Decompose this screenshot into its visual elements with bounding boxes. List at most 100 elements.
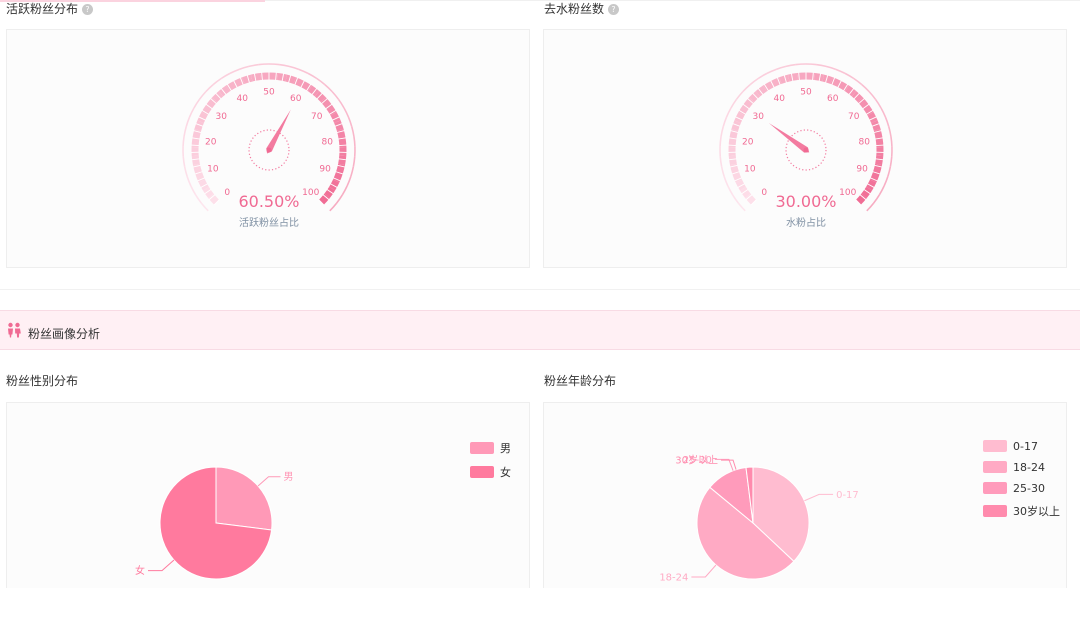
gauge-outer-ring — [727, 185, 734, 196]
gauge-outer-ring — [329, 202, 338, 212]
gauge-outer-ring — [343, 107, 350, 118]
gauge-tick-label: 70 — [848, 112, 860, 122]
gauge-tick-label: 0 — [224, 188, 230, 198]
help-circle-icon[interactable]: ? — [82, 4, 94, 15]
gauge-band — [338, 155, 347, 166]
gauge-tick-label: 40 — [236, 94, 248, 104]
profile-band — [0, 310, 1080, 350]
gauge-outer-ring — [861, 83, 870, 93]
gauge-outer-ring — [194, 194, 203, 204]
pie-label-line — [147, 559, 175, 572]
gauge-tick-label: 20 — [742, 137, 754, 147]
gauge-outer-ring — [346, 176, 352, 187]
legend-item[interactable]: 18-24 — [983, 461, 1060, 474]
gauge-outer-ring — [182, 156, 186, 167]
gauge-band — [250, 73, 261, 82]
pie-label: 男 — [284, 471, 294, 483]
gauge-tick-label: 90 — [856, 165, 868, 175]
gauge-tick-label: 80 — [322, 137, 334, 147]
gauge-value: 60.50% — [238, 192, 299, 211]
gauge-tick-label: 30 — [216, 112, 228, 122]
gauge-outer-ring — [805, 63, 817, 66]
gauge-outer-ring — [248, 63, 259, 68]
gauge-tick-label: 20 — [205, 137, 217, 147]
gender-title: 粉丝性别分布 — [6, 374, 79, 388]
gauge-outer-ring — [866, 202, 875, 212]
gauge-outer-ring — [872, 194, 881, 204]
gauge-outer-ring — [730, 98, 738, 109]
gauge-outer-ring — [737, 202, 746, 212]
gauge-outer-ring — [350, 166, 355, 177]
active-fans-title: 活跃粉丝分布? — [6, 1, 94, 17]
gauge-outer-ring — [816, 63, 827, 68]
pie-label-line — [257, 476, 281, 487]
pie-label: 女 — [135, 564, 145, 577]
gauge-outer-ring — [887, 166, 892, 177]
gauge-outer-ring — [868, 91, 877, 100]
gauge-tick-label: 30 — [753, 112, 765, 122]
gauge-label: 水粉占比 — [786, 216, 826, 229]
pie-label: 30岁以上 — [675, 454, 718, 467]
legend-item[interactable]: 男 — [470, 440, 511, 456]
legend-label: 男 — [500, 442, 511, 455]
gauge-tick-label: 50 — [263, 88, 275, 98]
gauge-outer-ring — [720, 166, 725, 177]
gauge-outer-ring — [352, 156, 356, 167]
gauge-outer-ring — [825, 65, 837, 71]
gauge-outer-ring — [268, 63, 280, 66]
gauge-band — [212, 91, 224, 103]
gauge-outer-ring — [185, 116, 191, 127]
gauge-outer-ring — [749, 77, 759, 86]
gauge-outer-ring — [258, 63, 270, 66]
gauge-tick — [338, 144, 347, 147]
pie-slice — [215, 466, 273, 531]
water-fans-gauge: 0 10 20 30 40 50 60 70 80 90 10030.00% 水粉占比 — [719, 63, 893, 229]
gauge-outer-ring — [742, 83, 751, 93]
legend-swatch — [983, 461, 1007, 473]
active-fans-gauge: 0 10 20 30 40 50 60 70 80 90 10060.50% 活跃粉丝占比 — [182, 63, 356, 229]
gauge-outer-ring — [198, 91, 207, 100]
legend-item[interactable]: 30岁以上 — [983, 503, 1060, 519]
gauge-band — [334, 120, 344, 131]
gauge-outer-ring — [307, 72, 318, 80]
gauge-outer-ring — [884, 116, 890, 127]
gauge-outer-ring — [795, 63, 807, 66]
legend-item[interactable]: 0-17 — [983, 440, 1060, 453]
gauge-outer-ring — [351, 126, 355, 137]
gauge-tick-label: 0 — [761, 188, 767, 198]
gauge-outer-ring — [889, 156, 893, 167]
help-circle-icon[interactable]: ? — [608, 4, 620, 15]
gauge-outer-ring — [220, 72, 231, 80]
gauge-outer-ring — [298, 68, 309, 75]
legend-label: 18-24 — [1013, 461, 1045, 474]
gauge-outer-ring — [757, 72, 768, 80]
legend-label: 0-17 — [1013, 440, 1038, 453]
gauge-outer-ring — [835, 68, 846, 75]
gauge-outer-ring — [212, 77, 222, 86]
gauge-outer-ring — [200, 202, 209, 212]
gauge-band — [822, 74, 833, 84]
gauge-tick-label: 90 — [319, 165, 331, 175]
legend-swatch — [983, 505, 1007, 517]
gauge-band — [871, 120, 881, 131]
gauge-band — [814, 73, 825, 82]
gauge-band — [242, 74, 253, 84]
legend-swatch — [983, 440, 1007, 452]
age-title: 粉丝年龄分布 — [544, 374, 617, 388]
active-fans-title-text: 活跃粉丝分布 — [6, 2, 79, 16]
gauge-outer-ring — [766, 68, 777, 75]
legend-item[interactable]: 25-30 — [983, 482, 1060, 495]
gauge-outer-ring — [723, 176, 729, 187]
age-panel: 0-17 18-24 25-30 30岁以上 0-17 18-24 25-30 30岁以上 — [543, 402, 1067, 602]
age-legend: 0-17 18-24 25-30 30岁以上 — [983, 440, 1060, 527]
gauge-outer-ring — [880, 107, 887, 118]
legend-swatch — [470, 466, 494, 478]
legend-swatch — [470, 442, 494, 454]
gauge-outer-ring — [878, 185, 885, 196]
legend-label: 女 — [500, 466, 511, 479]
gauge-outer-ring — [735, 91, 744, 100]
gauge-needle-hub — [803, 147, 809, 153]
legend-item[interactable]: 女 — [470, 464, 511, 480]
pie-label: 18-24 — [659, 573, 688, 584]
gauge-outer-ring — [720, 126, 724, 137]
